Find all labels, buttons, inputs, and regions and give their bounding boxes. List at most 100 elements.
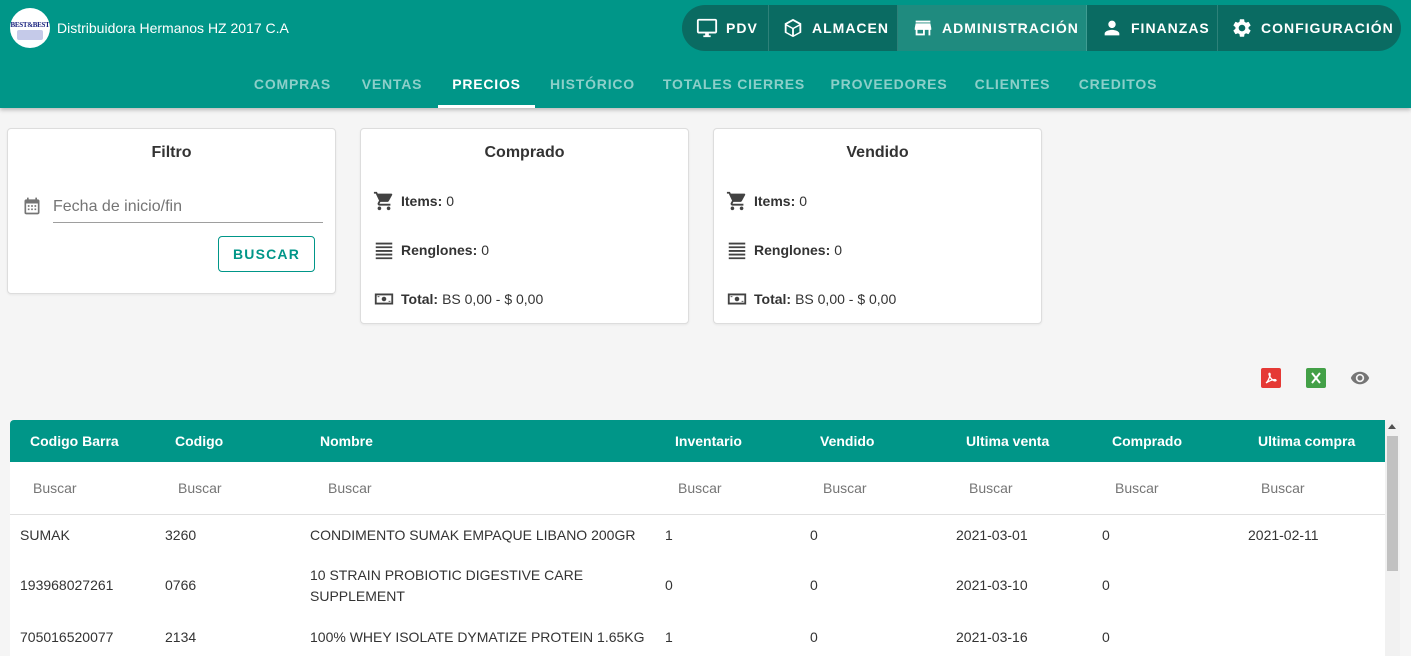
vendido-items-value: 0 <box>799 193 808 209</box>
col-header-ultima-venta[interactable]: Ultima venta <box>966 420 1049 462</box>
tab-creditos[interactable]: CREDITOS <box>1065 60 1171 108</box>
calendar-icon[interactable] <box>22 196 42 216</box>
cell-vendido: 0 <box>810 577 818 593</box>
top-app-bar: BEST&BEST Distribuidora Hermanos HZ 2017… <box>0 0 1411 108</box>
vendido-total-value: BS 0,00 - $ 0,00 <box>795 291 897 307</box>
vendido-items-label: Items: <box>754 193 796 209</box>
pdf-icon[interactable] <box>1261 368 1281 388</box>
logo-text: BEST&BEST <box>10 21 50 29</box>
col-header-comprado[interactable]: Comprado <box>1112 420 1182 462</box>
cell-codigo: 3260 <box>165 527 197 543</box>
tab-clientes[interactable]: CLIENTES <box>960 60 1065 108</box>
table-scrollbar[interactable] <box>1385 420 1400 656</box>
vendido-renglones-label: Renglones: <box>754 242 831 258</box>
cell-inventario: 1 <box>665 629 673 645</box>
cell-comprado: 0 <box>1102 577 1110 593</box>
cell-codigo: 0766 <box>165 577 197 593</box>
col-header-ultima-compra[interactable]: Ultima compra <box>1258 420 1355 462</box>
cell-codigo-barra: 705016520077 <box>20 629 114 645</box>
filter-card-title: Filtro <box>151 144 192 161</box>
nav-almacen-label: ALMACEN <box>812 20 889 36</box>
tab-compras[interactable]: COMPRAS <box>239 60 346 108</box>
person-icon <box>1104 20 1120 36</box>
products-table: Codigo Barra Codigo Nombre Inventario Ve… <box>10 420 1400 656</box>
nav-administracion-label: ADMINISTRACIÓN <box>942 20 1079 36</box>
nav-configuracion-label: CONFIGURACIÓN <box>1261 20 1394 36</box>
nav-pdv-label: PDV <box>726 20 758 36</box>
cell-nombre: 10 STRAIN PROBIOTIC DIGESTIVE CARE SUPPL… <box>310 567 584 604</box>
tab-historico[interactable]: HISTÓRICO <box>535 60 650 108</box>
cart-icon <box>373 191 393 211</box>
tab-proveedores[interactable]: PROVEEDORES <box>818 60 960 108</box>
comprado-renglones-value: 0 <box>481 242 490 258</box>
nav-configuracion[interactable]: CONFIGURACIÓN <box>1218 5 1401 51</box>
scroll-up-arrow-icon[interactable] <box>1388 424 1396 429</box>
cell-ultima-venta: 2021-03-10 <box>956 577 1028 593</box>
table-header: Codigo Barra Codigo Nombre Inventario Ve… <box>10 420 1385 462</box>
eye-icon[interactable] <box>1350 368 1370 388</box>
col-header-vendido[interactable]: Vendido <box>820 420 874 462</box>
filter-vendido[interactable] <box>823 472 953 504</box>
cell-vendido: 0 <box>810 527 818 543</box>
cell-inventario: 0 <box>665 577 673 593</box>
comprado-total-value: BS 0,00 - $ 0,00 <box>442 291 544 307</box>
vendido-total-label: Total: <box>754 291 792 307</box>
comprado-items-value: 0 <box>446 193 455 209</box>
comprado-renglones-row: Renglones: 0 <box>373 239 489 261</box>
cell-codigo-barra: 193968027261 <box>20 577 114 593</box>
logo-graphic <box>17 30 43 40</box>
comprado-items-label: Items: <box>401 193 443 209</box>
cube-icon <box>784 18 802 38</box>
vendido-items-row: Items: 0 <box>726 190 807 212</box>
table-row[interactable]: 193968027261 0766 10 STRAIN PROBIOTIC DI… <box>10 555 1385 617</box>
cell-codigo: 2134 <box>165 629 197 645</box>
nav-finanzas-label: FINANZAS <box>1131 20 1210 36</box>
filter-nombre[interactable] <box>328 472 658 504</box>
cell-inventario: 1 <box>665 527 673 543</box>
tab-precios[interactable]: PRECIOS <box>438 60 535 108</box>
nav-almacen[interactable]: ALMACEN <box>769 5 898 51</box>
cell-nombre: CONDIMENTO SUMAK EMPAQUE LIBANO 200GR <box>310 527 636 543</box>
excel-icon[interactable] <box>1306 368 1326 388</box>
company-logo[interactable]: BEST&BEST <box>10 8 50 48</box>
vendido-renglones-value: 0 <box>834 242 843 258</box>
scrollbar-thumb[interactable] <box>1387 436 1398 571</box>
tab-ventas[interactable]: VENTAS <box>346 60 438 108</box>
comprado-card-title: Comprado <box>484 144 565 161</box>
main-nav: PDV ALMACEN ADMINISTRACIÓN FINANZAS CONF… <box>682 5 1401 51</box>
nav-pdv[interactable]: PDV <box>682 5 769 51</box>
company-name: Distribuidora Hermanos HZ 2017 C.A <box>57 20 289 36</box>
cell-comprado: 0 <box>1102 527 1110 543</box>
tab-totales-cierres[interactable]: TOTALES CIERRES <box>650 60 818 108</box>
column-filter-row <box>10 462 1385 515</box>
gear-icon <box>1233 19 1251 37</box>
col-header-nombre[interactable]: Nombre <box>320 420 373 462</box>
col-header-codigo-barra[interactable]: Codigo Barra <box>30 420 119 462</box>
table-body: SUMAK 3260 CONDIMENTO SUMAK EMPAQUE LIBA… <box>10 515 1385 656</box>
comprado-items-row: Items: 0 <box>373 190 454 212</box>
filter-codigo[interactable] <box>178 472 308 504</box>
money-icon <box>727 293 747 305</box>
filter-comprado[interactable] <box>1115 472 1245 504</box>
table-row[interactable]: SUMAK 3260 CONDIMENTO SUMAK EMPAQUE LIBA… <box>10 515 1385 555</box>
col-header-inventario[interactable]: Inventario <box>675 420 742 462</box>
filter-codigo-barra[interactable] <box>33 472 163 504</box>
cell-codigo-barra: SUMAK <box>20 527 70 543</box>
nav-administracion[interactable]: ADMINISTRACIÓN <box>898 5 1087 51</box>
vendido-renglones-row: Renglones: 0 <box>726 239 842 261</box>
cart-icon <box>726 191 746 211</box>
filter-inventario[interactable] <box>678 472 808 504</box>
cell-comprado: 0 <box>1102 629 1110 645</box>
comprado-renglones-label: Renglones: <box>401 242 478 258</box>
money-icon <box>374 293 394 305</box>
filter-ultima-compra[interactable] <box>1261 472 1381 504</box>
filter-ultima-venta[interactable] <box>969 472 1099 504</box>
cell-ultima-venta: 2021-03-01 <box>956 527 1028 543</box>
search-button[interactable]: BUSCAR <box>218 236 315 272</box>
nav-finanzas[interactable]: FINANZAS <box>1087 5 1218 51</box>
lines-icon <box>375 242 393 260</box>
comprado-total-label: Total: <box>401 291 439 307</box>
table-row[interactable]: 705016520077 2134 100% WHEY ISOLATE DYMA… <box>10 617 1385 656</box>
date-range-input[interactable] <box>53 191 323 223</box>
col-header-codigo[interactable]: Codigo <box>175 420 223 462</box>
